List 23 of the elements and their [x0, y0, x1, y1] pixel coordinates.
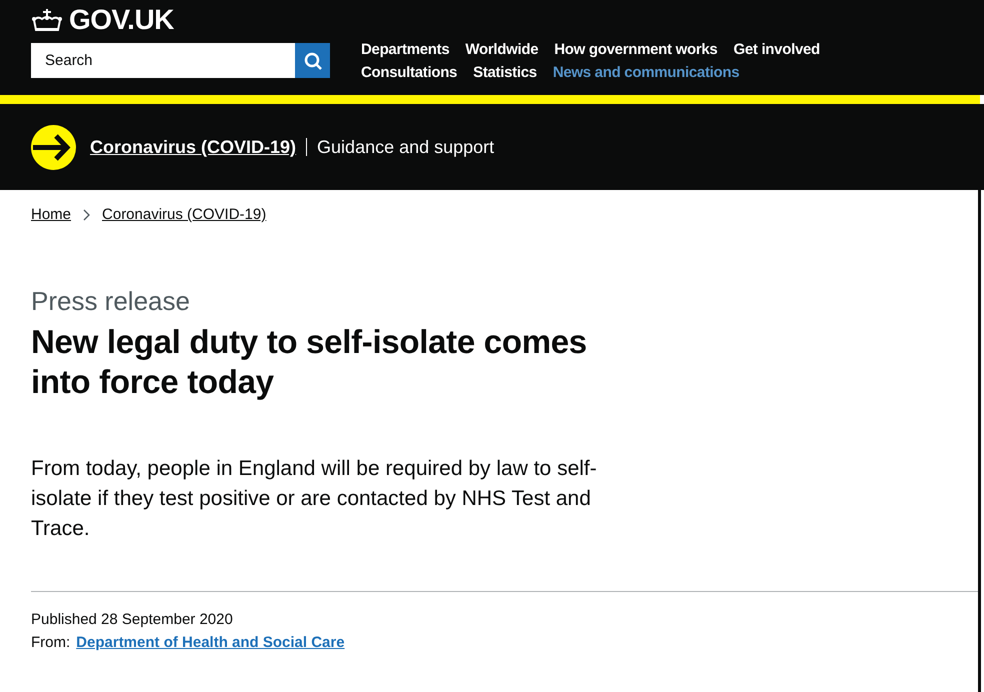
banner-text: Guidance and support: [316, 136, 494, 158]
nav-link[interactable]: Consultations: [361, 64, 458, 81]
lede-text: From today, people in England will be required by law to self-isolate if they test positive or are contacted by NHS Test and Trace.: [31, 456, 598, 542]
from-label: From:: [31, 633, 70, 653]
crown-icon: [31, 8, 63, 32]
nav-link[interactable]: Get involved: [733, 41, 820, 58]
organisation-link[interactable]: Department of Health and Social Care: [76, 631, 345, 654]
nav-link[interactable]: Statistics: [473, 64, 537, 81]
published-date: Published 28 September 2020: [31, 610, 234, 630]
search-button[interactable]: [295, 43, 330, 78]
search-icon: [304, 52, 322, 70]
nav-link[interactable]: Departments: [361, 41, 450, 58]
breadcrumb-link[interactable]: Home: [31, 206, 72, 223]
nav-link[interactable]: How government works: [554, 41, 718, 58]
search-field[interactable]: Search: [31, 43, 295, 78]
page-title: New legal duty to self-isolate comes into force today: [31, 322, 588, 402]
page-type: Press release: [31, 286, 191, 317]
banner-link[interactable]: Coronavirus (COVID-19): [90, 138, 308, 156]
nav-link[interactable]: Worldwide: [465, 41, 538, 58]
breadcrumb-link[interactable]: Coronavirus (COVID-19): [102, 206, 266, 223]
chevron-icon: [82, 208, 92, 220]
logo-link[interactable]: GOV.UK: [31, 4, 361, 36]
nav-link[interactable]: News and communications: [552, 64, 740, 81]
